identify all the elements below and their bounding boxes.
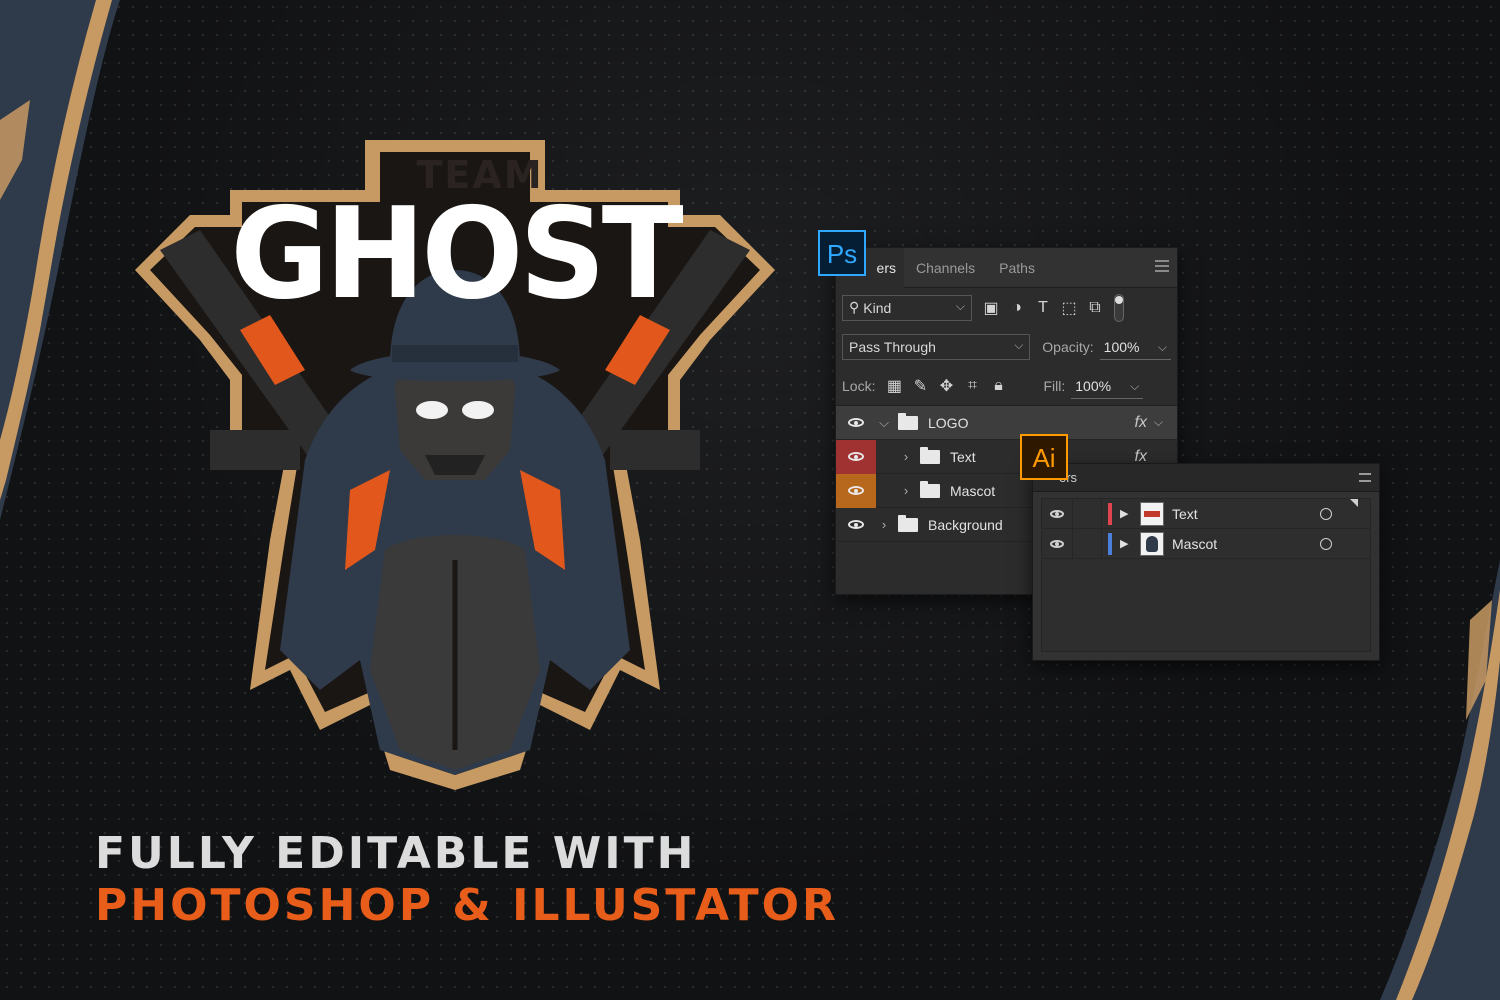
eye-icon — [1050, 509, 1064, 518]
lock-image-brush-icon[interactable]: ✎ — [907, 376, 933, 396]
visibility-toggle[interactable] — [1042, 509, 1072, 518]
adjustment-filter-icon[interactable]: ◑ — [1004, 299, 1030, 317]
chevron-down-icon: ⌵ — [1130, 378, 1140, 393]
ai-layer-text[interactable]: ▶ Text — [1042, 498, 1370, 529]
opacity-value: 100% — [1103, 338, 1140, 355]
layer-name: Mascot — [1172, 535, 1218, 552]
folder-icon — [898, 412, 918, 430]
smart-object-filter-icon[interactable]: ⧉ — [1082, 299, 1108, 317]
eye-icon — [848, 452, 864, 461]
filter-kind-select[interactable]: ⚲ Kind ⌵ — [842, 294, 972, 321]
layer-name: Mascot — [950, 482, 996, 499]
fill-input[interactable]: 100% ⌵ — [1071, 373, 1144, 399]
lock-position-move-icon[interactable]: ✥ — [933, 376, 959, 396]
layer-name: Background — [928, 516, 1003, 533]
chevron-down-icon: ⌵ — [1014, 337, 1024, 352]
filter-kind-label: Kind — [863, 299, 892, 316]
ai-panel-header: ers — [1033, 464, 1379, 492]
folder-icon — [898, 514, 918, 532]
ai-layer-mascot[interactable]: ▶ Mascot — [1042, 528, 1370, 559]
fill-label: Fill: — [1043, 377, 1066, 394]
eye-icon — [848, 418, 864, 427]
lock-toggle[interactable] — [1072, 528, 1102, 559]
lock-transparent-icon[interactable]: ▦ — [881, 376, 907, 396]
panel-menu-icon[interactable] — [1155, 260, 1169, 272]
lock-artboard-icon[interactable]: ⌗ — [959, 377, 985, 395]
fx-icon[interactable]: fx — [1135, 414, 1147, 432]
layer-thumbnail — [1140, 531, 1164, 556]
type-filter-icon[interactable]: T — [1030, 299, 1056, 317]
chevron-down-icon: ⌵ — [955, 298, 965, 313]
visibility-toggle[interactable] — [1042, 539, 1072, 548]
layer-name: LOGO — [928, 414, 969, 431]
tab-channels[interactable]: Channels — [904, 248, 987, 288]
panel-menu-icon[interactable] — [1359, 473, 1371, 482]
chevron-right-icon[interactable]: › — [898, 449, 914, 464]
lock-row: Lock: ▦ ✎ ✥ ⌗ 🔒︎ Fill: 100% ⌵ — [836, 366, 1177, 405]
headline-line-2: PHOTOSHOP & ILLUSTATOR — [95, 880, 839, 931]
blend-row: Pass Through ⌵ Opacity: 100% ⌵ — [836, 327, 1177, 366]
opacity-input[interactable]: 100% ⌵ — [1099, 334, 1171, 360]
filter-toggle[interactable] — [1114, 293, 1124, 322]
search-icon: ⚲ — [849, 299, 860, 315]
illustrator-app-icon: Ai — [1020, 434, 1068, 480]
visibility-toggle[interactable] — [836, 508, 876, 542]
folder-icon — [920, 446, 940, 464]
fill-value: 100% — [1075, 377, 1112, 394]
visibility-toggle[interactable] — [836, 439, 876, 474]
lock-label: Lock: — [842, 377, 876, 394]
illustrator-layers-panel: ers ▶ Text ▶ Mascot — [1032, 463, 1380, 661]
layer-thumbnail — [1140, 501, 1164, 526]
ps-tab-bar: ers Channels Paths — [836, 248, 1177, 288]
pixel-layer-filter-icon[interactable]: ▣ — [978, 298, 1004, 318]
eye-icon — [848, 520, 864, 529]
shape-filter-icon[interactable]: ⬚ — [1056, 298, 1082, 318]
chevron-right-icon[interactable]: › — [898, 483, 914, 498]
expand-triangle-icon[interactable]: ▶ — [1120, 507, 1136, 520]
blend-mode-select[interactable]: Pass Through ⌵ — [842, 333, 1031, 360]
ps-layer-logo[interactable]: ⌵ LOGO fx ⌵ — [836, 406, 1177, 440]
lock-all-padlock-icon[interactable]: 🔒︎ — [985, 377, 1011, 395]
logo-ghost-text: GHOST — [230, 181, 683, 328]
headline: FULLY EDITABLE WITH PHOTOSHOP & ILLUSTAT… — [95, 828, 875, 932]
blend-mode-value: Pass Through — [849, 338, 936, 355]
opacity-label: Opacity: — [1042, 338, 1094, 355]
target-circle-icon[interactable] — [1320, 537, 1332, 550]
filter-row: ⚲ Kind ⌵ ▣ ◑ T ⬚ ⧉ — [836, 288, 1177, 327]
chevron-down-icon[interactable]: ⌵ — [1154, 415, 1163, 430]
layer-name: Text — [950, 448, 976, 465]
chevron-right-icon[interactable]: › — [876, 517, 892, 532]
lock-toggle[interactable] — [1072, 498, 1102, 529]
ai-layer-list: ▶ Text ▶ Mascot — [1041, 498, 1371, 652]
layer-name: Text — [1172, 505, 1198, 522]
layer-color-swatch — [1108, 502, 1112, 525]
target-circle-icon[interactable] — [1320, 507, 1332, 520]
headline-line-1: FULLY EDITABLE WITH — [95, 828, 697, 879]
selection-corner-icon — [1350, 499, 1358, 507]
team-ghost-logo: TEAM GHOST — [120, 130, 790, 790]
eye-icon — [848, 486, 864, 495]
folder-icon — [920, 480, 940, 498]
chevron-down-icon[interactable]: ⌵ — [876, 415, 892, 431]
expand-triangle-icon[interactable]: ▶ — [1120, 537, 1136, 550]
eye-icon — [1050, 539, 1064, 548]
visibility-toggle[interactable] — [836, 406, 876, 440]
layer-color-swatch — [1108, 532, 1112, 555]
visibility-toggle[interactable] — [836, 473, 876, 508]
chevron-down-icon: ⌵ — [1157, 339, 1167, 354]
photoshop-app-icon: Ps — [818, 230, 866, 276]
tab-paths[interactable]: Paths — [987, 248, 1047, 288]
